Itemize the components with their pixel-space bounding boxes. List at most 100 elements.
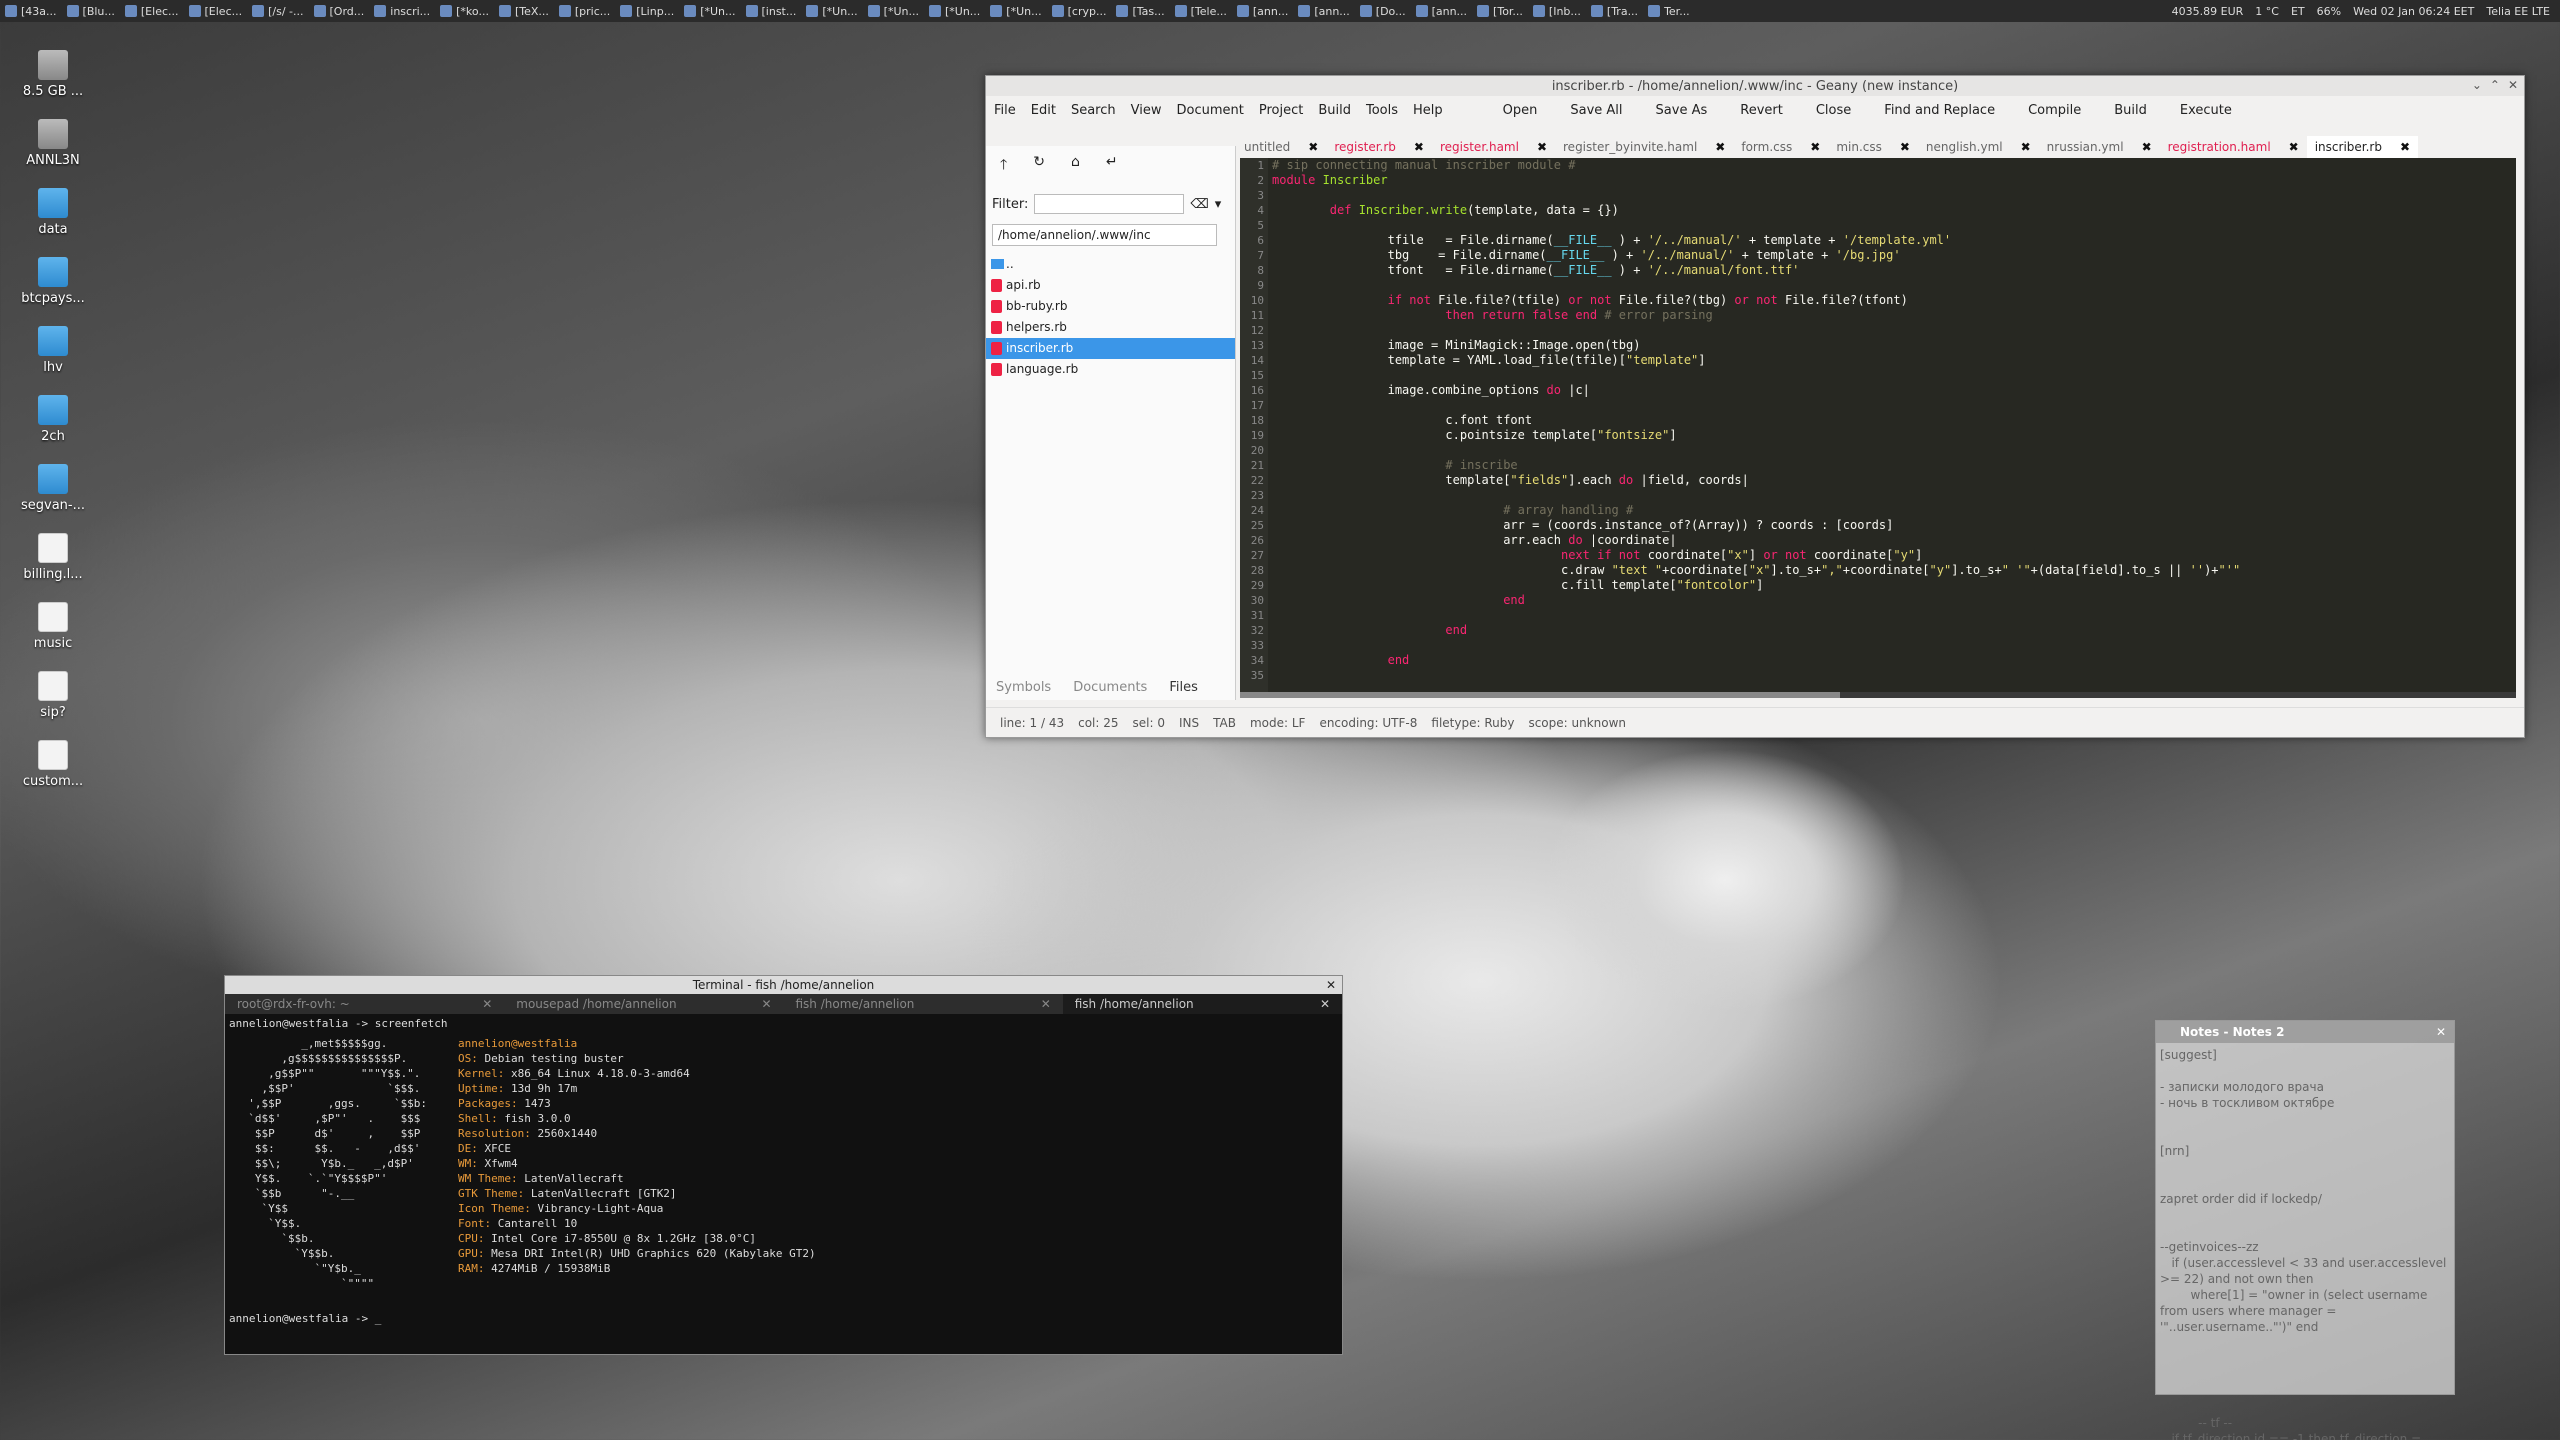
document-tab[interactable]: form.css ✖ xyxy=(1733,136,1828,158)
file-item[interactable]: inscriber.rb xyxy=(986,338,1235,359)
document-tab[interactable]: registration.haml ✖ xyxy=(2160,136,2307,158)
chevron-down-icon[interactable]: ▾ xyxy=(1215,197,1222,212)
tray-item[interactable]: Telia EE LTE xyxy=(2486,5,2550,18)
close-icon[interactable]: ✕ xyxy=(1320,997,1330,1011)
document-tab[interactable]: register.rb ✖ xyxy=(1326,136,1432,158)
notes-window[interactable]: Notes - Notes 2 ✕ [suggest] - записки мол… xyxy=(2155,1020,2455,1440)
sidebar-tab[interactable]: Symbols xyxy=(996,680,1051,695)
desktop-icon[interactable]: sip? xyxy=(18,671,88,720)
geany-titlebar[interactable]: inscriber.rb - /home/annelion/.www/inc -… xyxy=(986,76,2524,96)
task-button[interactable]: [inst... xyxy=(741,0,802,22)
close-icon[interactable]: ✕ xyxy=(2436,1025,2446,1039)
document-tab[interactable]: untitled ✖ xyxy=(1236,136,1326,158)
menu-item[interactable]: Tools xyxy=(1366,103,1398,118)
close-icon[interactable]: ✕ xyxy=(482,997,492,1011)
document-tab[interactable]: nrussian.yml ✖ xyxy=(2039,136,2160,158)
clear-icon[interactable]: ⌫ xyxy=(1190,197,1208,212)
desktop-icon[interactable]: lhv xyxy=(18,326,88,375)
tray-item[interactable]: ET xyxy=(2291,5,2305,18)
toolbar-button[interactable]: Save All xyxy=(1570,103,1622,118)
close-tab-icon[interactable]: ✖ xyxy=(2021,136,2031,158)
file-item[interactable]: api.rb xyxy=(986,275,1235,296)
tray-item[interactable]: 4035.89 EUR xyxy=(2172,5,2244,18)
terminal-prompt[interactable]: annelion@westfalia -> _ xyxy=(225,1309,385,1328)
task-button[interactable]: [pric... xyxy=(554,0,615,22)
document-tab[interactable]: inscriber.rb ✖ xyxy=(2306,136,2419,158)
menu-item[interactable]: View xyxy=(1131,103,1162,118)
close-tab-icon[interactable]: ✖ xyxy=(1308,136,1318,158)
menu-item[interactable]: Edit xyxy=(1031,103,1056,118)
task-button[interactable]: [Tas... xyxy=(1111,0,1169,22)
tray-item[interactable]: Wed 02 Jan 06:24 EET xyxy=(2353,5,2474,18)
file-item[interactable]: .. xyxy=(986,254,1235,275)
toolbar-button[interactable]: Revert xyxy=(1740,103,1783,118)
task-button[interactable]: [ann... xyxy=(1293,0,1354,22)
terminal-titlebar[interactable]: Terminal - fish /home/annelion ✕ xyxy=(225,976,1342,994)
terminal-tab[interactable]: root@rdx-fr-ovh: ~ ✕ xyxy=(225,994,504,1014)
terminal-tab[interactable]: fish /home/annelion ✕ xyxy=(1062,994,1342,1014)
menu-item[interactable]: Help xyxy=(1413,103,1443,118)
task-button[interactable]: [Tra... xyxy=(1586,0,1643,22)
close-tab-icon[interactable]: ✖ xyxy=(1537,136,1547,158)
maximize-icon[interactable]: ⌃ xyxy=(2490,78,2500,92)
tray-item[interactable]: 66% xyxy=(2317,5,2341,18)
menu-item[interactable]: Document xyxy=(1176,103,1243,118)
task-button[interactable]: [cryp... xyxy=(1047,0,1112,22)
document-tab[interactable]: min.css ✖ xyxy=(1828,136,1918,158)
task-button[interactable]: [Blu... xyxy=(62,0,120,22)
toolbar-button[interactable]: Find and Replace xyxy=(1884,103,1995,118)
task-button[interactable]: [Tele... xyxy=(1170,0,1232,22)
toolbar-button[interactable]: Execute xyxy=(2180,103,2232,118)
document-tab[interactable]: nenglish.yml ✖ xyxy=(1918,136,2039,158)
refresh-icon[interactable]: ↻ xyxy=(1033,154,1045,178)
close-icon[interactable]: ✕ xyxy=(1326,976,1336,994)
task-button[interactable]: [TeX... xyxy=(494,0,554,22)
toolbar-button[interactable]: Open xyxy=(1503,103,1538,118)
close-tab-icon[interactable]: ✖ xyxy=(2142,136,2152,158)
geany-window[interactable]: inscriber.rb - /home/annelion/.www/inc -… xyxy=(985,75,2525,738)
up-icon[interactable]: 🡑 xyxy=(1000,154,1007,178)
terminal-tab[interactable]: mousepad /home/annelion ✕ xyxy=(504,994,783,1014)
task-button[interactable]: Ter... xyxy=(1643,0,1695,22)
menu-item[interactable]: Project xyxy=(1259,103,1303,118)
desktop-icon[interactable]: 2ch xyxy=(18,395,88,444)
task-button[interactable]: [Tor... xyxy=(1472,0,1528,22)
file-item[interactable]: bb-ruby.rb xyxy=(986,296,1235,317)
document-tab[interactable]: register.haml ✖ xyxy=(1432,136,1555,158)
horizontal-scrollbar[interactable] xyxy=(1240,692,2516,698)
toolbar-button[interactable]: Compile xyxy=(2028,103,2081,118)
task-button[interactable]: [*Un... xyxy=(924,0,985,22)
desktop-icon[interactable]: ANNL3N xyxy=(18,119,88,168)
close-tab-icon[interactable]: ✖ xyxy=(1414,136,1424,158)
sidebar-tab[interactable]: Documents xyxy=(1073,680,1147,695)
notes-body[interactable]: [suggest] - записки молодого врача - ноч… xyxy=(2156,1043,2454,1440)
desktop-icon[interactable]: billing.l... xyxy=(18,533,88,582)
desktop-icon[interactable]: btcpays... xyxy=(18,257,88,306)
task-button[interactable]: [43a... xyxy=(0,0,62,22)
set-path-icon[interactable]: ↵ xyxy=(1106,154,1118,178)
desktop-icon[interactable]: data xyxy=(18,188,88,237)
task-button[interactable]: [Do... xyxy=(1355,0,1411,22)
task-button[interactable]: [*Un... xyxy=(863,0,924,22)
home-icon[interactable]: ⌂ xyxy=(1071,154,1080,178)
file-item[interactable]: language.rb xyxy=(986,359,1235,380)
tray-item[interactable]: 1 °C xyxy=(2255,5,2279,18)
close-tab-icon[interactable]: ✖ xyxy=(1715,136,1725,158)
task-button[interactable]: [*ko... xyxy=(435,0,494,22)
task-button[interactable]: [Elec... xyxy=(120,0,184,22)
desktop-icon[interactable]: segvan-... xyxy=(18,464,88,513)
toolbar-button[interactable]: Build xyxy=(2114,103,2147,118)
close-tab-icon[interactable]: ✖ xyxy=(1810,136,1820,158)
task-button[interactable]: inscri... xyxy=(369,0,435,22)
close-icon[interactable]: ✕ xyxy=(761,997,771,1011)
task-button[interactable]: [ann... xyxy=(1411,0,1472,22)
desktop-icon[interactable]: music xyxy=(18,602,88,651)
task-button[interactable]: [Ord... xyxy=(309,0,370,22)
notes-titlebar[interactable]: Notes - Notes 2 ✕ xyxy=(2156,1021,2454,1043)
document-tab[interactable]: register_byinvite.haml ✖ xyxy=(1555,136,1733,158)
task-button[interactable]: [Inb... xyxy=(1528,0,1586,22)
desktop-icon[interactable]: 8.5 GB ... xyxy=(18,50,88,99)
menu-item[interactable]: Search xyxy=(1071,103,1116,118)
close-tab-icon[interactable]: ✖ xyxy=(1900,136,1910,158)
task-button[interactable]: [*Un... xyxy=(679,0,740,22)
